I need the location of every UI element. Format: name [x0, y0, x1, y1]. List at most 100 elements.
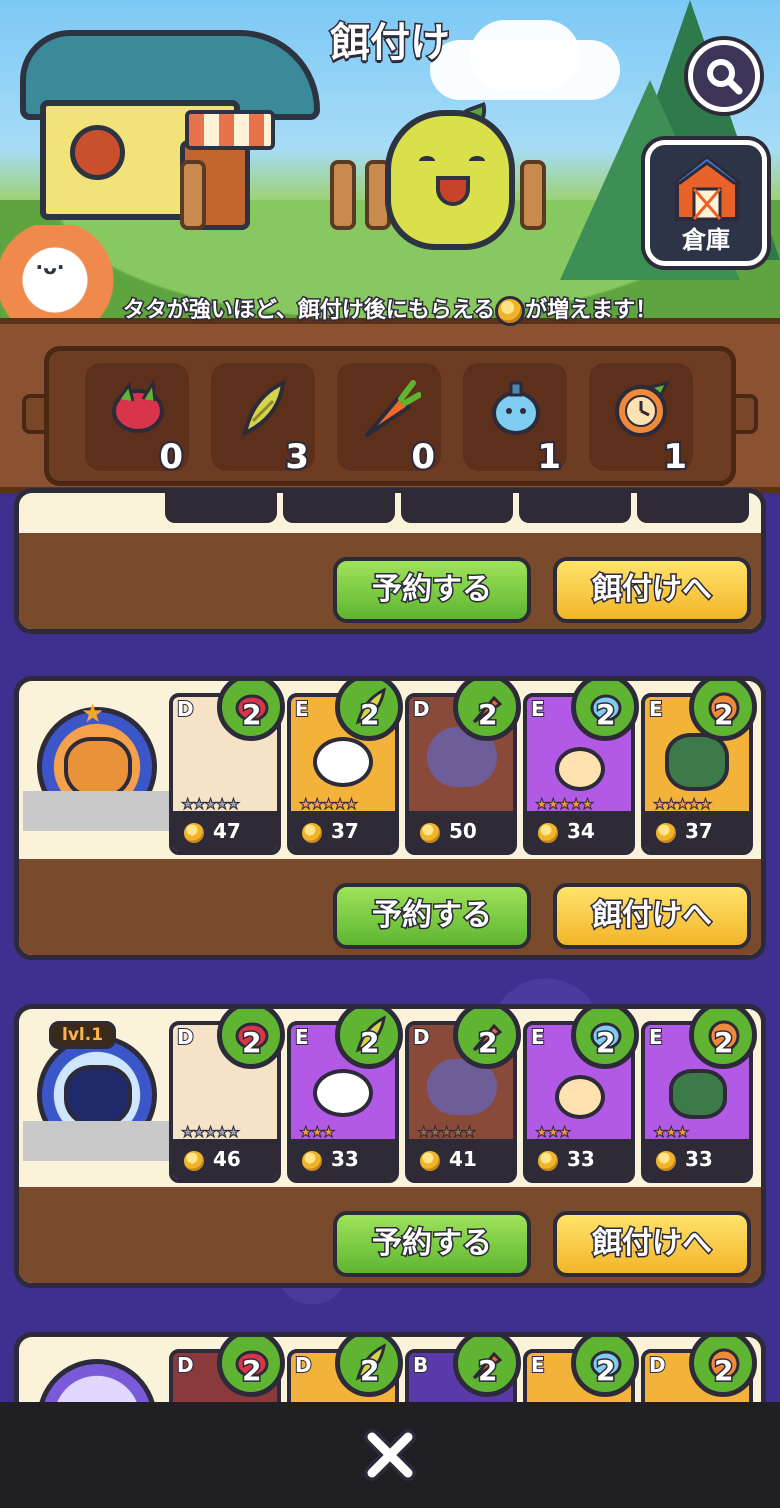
- inventory-count: 1: [535, 435, 563, 479]
- food-count: 2: [358, 1025, 381, 1061]
- food-count: 2: [712, 1025, 735, 1061]
- food-count: 2: [594, 697, 617, 733]
- monster-grade: D: [294, 1353, 313, 1378]
- coin-icon: [535, 1147, 561, 1174]
- food-requirement: 2: [453, 681, 521, 741]
- owl-art: [665, 733, 729, 791]
- bottom-bar: [0, 1402, 780, 1508]
- player-name-redacted: [23, 1121, 169, 1161]
- coin-value: 41: [449, 1147, 477, 1171]
- coin-value: 37: [685, 819, 713, 843]
- coin-reward: 33: [645, 1139, 749, 1179]
- coin-reward: 50: [409, 811, 513, 851]
- hint-text-after: が増えます！: [524, 297, 659, 325]
- inventory-count: 1: [661, 435, 689, 479]
- feed-button[interactable]: 餌付けへ: [553, 557, 751, 623]
- feeding-card: lvl.1 D ★★★★★ 46 E ★★★ 33 D ★★★★★ 41 E ★…: [14, 1004, 766, 1288]
- coin-icon: [417, 1147, 443, 1174]
- coin-reward: 46: [173, 1139, 277, 1179]
- coin-value: 33: [567, 1147, 595, 1171]
- food-count: 2: [240, 1353, 263, 1389]
- inventory-slot-ghost-fruit[interactable]: 1: [463, 363, 567, 479]
- food-count: 2: [240, 1025, 263, 1061]
- food-inventory-board: 0 3 0 1 1: [0, 318, 780, 493]
- close-icon: [364, 1429, 416, 1481]
- coin-reward: 41: [409, 1139, 513, 1179]
- food-count: 2: [358, 1353, 381, 1389]
- food-requirement: 2: [689, 1337, 757, 1397]
- coin-reward: 37: [645, 811, 749, 851]
- coin-reward: 47: [173, 811, 277, 851]
- reserve-button[interactable]: 予約する: [333, 1211, 531, 1277]
- panda-art: [313, 737, 373, 787]
- carrot-icon: [365, 380, 421, 437]
- monster-grade: D: [412, 1025, 431, 1050]
- coin-icon: [299, 819, 325, 846]
- food-requirement: 2: [453, 1009, 521, 1069]
- close-button[interactable]: [360, 1425, 420, 1485]
- feeding-card: 予約する 餌付けへ: [14, 488, 766, 634]
- food-count: 2: [712, 697, 735, 733]
- search-icon: [707, 59, 743, 95]
- monster-grade: D: [176, 1353, 195, 1378]
- monster-grade: B: [412, 1353, 429, 1378]
- monster-grade: E: [294, 697, 310, 722]
- warehouse-label: 倉庫: [682, 226, 730, 254]
- food-requirement: 2: [453, 1337, 521, 1397]
- food-count: 2: [712, 1353, 735, 1389]
- reserve-button[interactable]: 予約する: [333, 883, 531, 949]
- coin-value: 34: [567, 819, 595, 843]
- inventory-slot-bamboo[interactable]: 3: [211, 363, 315, 479]
- star-badge-icon: ★: [81, 699, 105, 729]
- card-monster-strip: [165, 493, 761, 523]
- feed-button[interactable]: 餌付けへ: [553, 883, 751, 949]
- coin-strip: [401, 493, 513, 523]
- flower-face: ·ᴗ·: [35, 255, 65, 279]
- coin-reward: 37: [291, 811, 395, 851]
- coin-icon: [495, 296, 526, 326]
- coin-value: 33: [685, 1147, 713, 1171]
- dragonfruit-icon: [112, 378, 164, 433]
- owl-art: [669, 1069, 727, 1119]
- coin-icon: [417, 819, 443, 846]
- search-button[interactable]: [688, 40, 760, 112]
- monkey-art: [555, 1075, 605, 1119]
- feeding-card: ★ D ★★★★★ 47 E ★★★★★ 37 D 50 E ★★★★★ 34 …: [14, 676, 766, 960]
- coin-value: 37: [331, 819, 359, 843]
- clock-orange-icon: [615, 380, 670, 437]
- food-count: 2: [240, 697, 263, 733]
- monster-grade: E: [648, 697, 664, 722]
- food-requirement: 2: [335, 1009, 403, 1069]
- inventory-count: 3: [283, 435, 311, 479]
- bamboo-shoot-icon: [242, 379, 286, 437]
- player-name-redacted: [23, 791, 169, 831]
- coin-icon: [181, 819, 207, 846]
- barn-icon: [672, 155, 742, 221]
- monkey-art: [555, 747, 605, 791]
- feed-button[interactable]: 餌付けへ: [553, 1211, 751, 1277]
- inventory-slot-clock-orange[interactable]: 1: [589, 363, 693, 479]
- coin-value: 46: [213, 1147, 241, 1171]
- shop-awning: [185, 110, 275, 150]
- fence-post: [180, 160, 206, 230]
- inventory-panel: 0 3 0 1 1: [44, 346, 736, 486]
- inventory-slot-dragonfruit[interactable]: 0: [85, 363, 189, 479]
- food-count: 2: [476, 1025, 499, 1061]
- coin-icon: [653, 819, 679, 846]
- coin-icon: [181, 1147, 207, 1174]
- coin-reward: 34: [527, 811, 631, 851]
- coin-reward: 33: [291, 1139, 395, 1179]
- food-requirement: 2: [571, 1337, 639, 1397]
- panda-art: [313, 1069, 373, 1117]
- pear-mascot: [385, 110, 515, 250]
- food-requirement: 2: [217, 1009, 285, 1069]
- reserve-button[interactable]: 予約する: [333, 557, 531, 623]
- warehouse-button[interactable]: 倉庫: [645, 140, 767, 266]
- inventory-slot-carrot[interactable]: 0: [337, 363, 441, 479]
- food-requirement: 2: [335, 1337, 403, 1397]
- fence-post: [330, 160, 356, 230]
- coin-value: 50: [449, 819, 477, 843]
- inventory-count: 0: [409, 435, 437, 479]
- food-requirement: 2: [571, 681, 639, 741]
- food-count: 2: [594, 1025, 617, 1061]
